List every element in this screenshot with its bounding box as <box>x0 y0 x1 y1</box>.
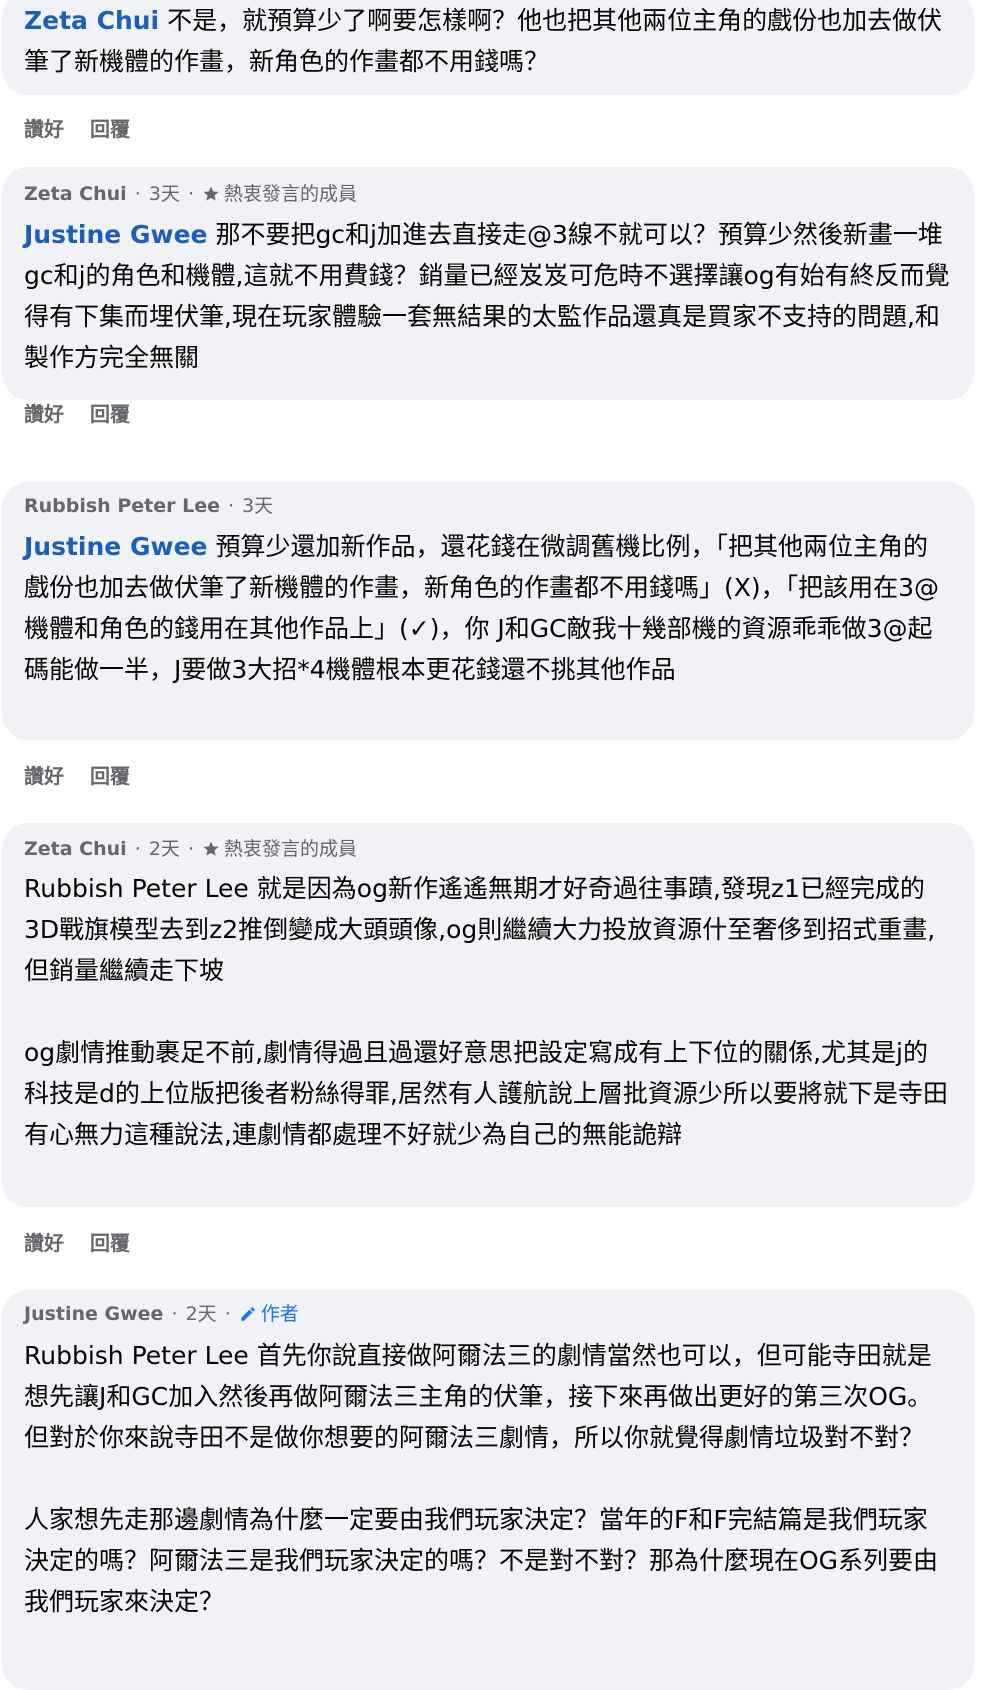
comment-paragraph: 人家想先走那邊劇情為什麼一定要由我們玩家決定？當年的F和F完結篇是我們玩家決定的… <box>24 1505 939 1616</box>
comment-author[interactable]: Justine Gwee <box>24 1303 163 1325</box>
comment-meta: Zeta Chui · 3天 · 熱衷發言的成員 <box>24 183 358 205</box>
comment-bubble: Rubbish Peter Lee · 3天 Justine Gwee 預算少還… <box>2 482 974 740</box>
mention-link[interactable]: Justine Gwee <box>24 220 207 249</box>
mention-link[interactable]: Rubbish Peter Lee <box>24 1341 249 1370</box>
comment-text: 不是，就預算少了啊要怎樣啊？他也把其他兩位主角的戲份也加去做伏筆了新機體的作畫，… <box>24 6 943 76</box>
comment-body: Rubbish Peter Lee 首先你說直接做阿爾法三的劇情當然也可以，但可… <box>24 1335 952 1622</box>
comment-time[interactable]: 2天 <box>149 838 180 860</box>
author-badge: 作者 <box>260 1303 299 1325</box>
comment-paragraph: og劇情推動裹足不前,劇情得過且過還好意思把設定寫成有上下位的關係,尤其是j的科… <box>24 1038 948 1149</box>
member-badge: 熱衷發言的成員 <box>224 838 358 860</box>
like-button[interactable]: 讚好 <box>24 1231 64 1255</box>
comment-time[interactable]: 2天 <box>186 1303 217 1325</box>
comment-author[interactable]: Zeta Chui <box>24 183 127 205</box>
mention-link[interactable]: Zeta Chui <box>24 6 159 35</box>
mention-link[interactable]: Justine Gwee <box>24 532 207 561</box>
like-button[interactable]: 讚好 <box>24 764 64 788</box>
like-button[interactable]: 讚好 <box>24 117 64 141</box>
comment-time[interactable]: 3天 <box>242 495 273 517</box>
comment-body: Zeta Chui 不是，就預算少了啊要怎樣啊？他也把其他兩位主角的戲份也加去做… <box>24 0 952 82</box>
comment-paragraph: Zeta Chui 不是，就預算少了啊要怎樣啊？他也把其他兩位主角的戲份也加去做… <box>24 0 952 82</box>
reply-button[interactable]: 回覆 <box>90 402 130 426</box>
reply-button[interactable]: 回覆 <box>90 764 130 788</box>
like-button[interactable]: 讚好 <box>24 402 64 426</box>
comment-bubble: Zeta Chui 不是，就預算少了啊要怎樣啊？他也把其他兩位主角的戲份也加去做… <box>2 0 974 95</box>
reply-button[interactable]: 回覆 <box>90 117 130 141</box>
comment-body: Justine Gwee 預算少還加新作品，還花錢在微調舊機比例，「把其他兩位主… <box>24 526 952 690</box>
comment-meta: Rubbish Peter Lee · 3天 <box>24 495 274 517</box>
comment-meta: Zeta Chui · 2天 · 熱衷發言的成員 <box>24 838 358 860</box>
comment-body: Rubbish Peter Lee 就是因為og新作遙遙無期才好奇過往事蹟,發現… <box>24 868 952 1155</box>
comment-time[interactable]: 3天 <box>149 183 180 205</box>
comment-author[interactable]: Zeta Chui <box>24 838 127 860</box>
mention-link[interactable]: Rubbish Peter Lee <box>24 874 249 903</box>
comment-actions: 讚好 回覆 <box>24 113 156 142</box>
comment-actions: 讚好 回覆 <box>24 760 156 789</box>
comment-bubble: Zeta Chui · 2天 · 熱衷發言的成員 Rubbish Peter L… <box>2 823 974 1207</box>
comment-actions: 讚好 回覆 <box>24 1227 156 1256</box>
comment-actions: 讚好 回覆 <box>24 398 156 427</box>
comment-paragraph: Justine Gwee 預算少還加新作品，還花錢在微調舊機比例，「把其他兩位主… <box>24 526 952 690</box>
comment-meta: Justine Gwee · 2天 · 作者 <box>24 1303 299 1325</box>
comment-bubble: Zeta Chui · 3天 · 熱衷發言的成員 Justine Gwee 那不… <box>2 167 974 400</box>
star-badge-icon <box>203 186 219 201</box>
member-badge: 熱衷發言的成員 <box>224 183 358 205</box>
comment-paragraph: Rubbish Peter Lee 首先你說直接做阿爾法三的劇情當然也可以，但可… <box>24 1335 952 1458</box>
comment-bubble: Justine Gwee · 2天 · 作者 Rubbish Peter Lee… <box>2 1290 974 1690</box>
star-badge-icon <box>203 841 219 856</box>
reply-button[interactable]: 回覆 <box>90 1231 130 1255</box>
comment-paragraph: Justine Gwee 那不要把gc和j加進去直接走@3線不就可以？預算少然後… <box>24 214 952 378</box>
pencil-icon <box>241 1307 255 1321</box>
comment-author[interactable]: Rubbish Peter Lee <box>24 495 220 517</box>
comment-body: Justine Gwee 那不要把gc和j加進去直接走@3線不就可以？預算少然後… <box>24 214 952 378</box>
comment-paragraph: Rubbish Peter Lee 就是因為og新作遙遙無期才好奇過往事蹟,發現… <box>24 868 952 991</box>
